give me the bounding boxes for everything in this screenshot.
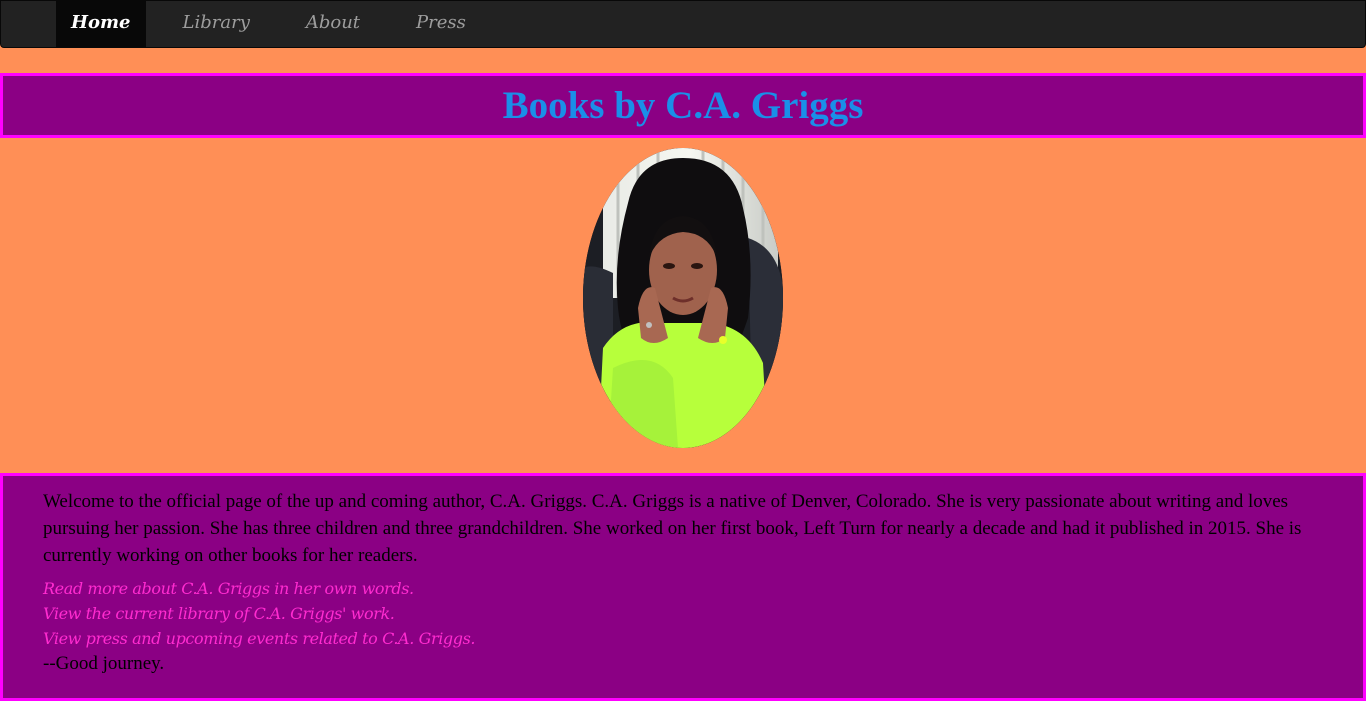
nav-item-press[interactable]: Press: [401, 1, 481, 47]
nav-item-home[interactable]: Home: [56, 1, 146, 47]
nav-menu: Home Library About Press: [56, 1, 481, 47]
nav-item-library[interactable]: Library: [168, 1, 265, 47]
page-title: Books by C.A. Griggs: [502, 84, 864, 127]
author-portrait: [583, 148, 783, 448]
about-link[interactable]: Read more about C.A. Griggs in her own w…: [43, 576, 1323, 601]
library-link[interactable]: View the current library of C.A. Griggs'…: [43, 601, 1323, 626]
author-photo: [583, 148, 783, 448]
top-navbar: Home Library About Press: [0, 0, 1366, 48]
intro-paragraph: Welcome to the official page of the up a…: [43, 491, 1302, 566]
signoff-text: --Good journey.: [43, 653, 165, 674]
press-link[interactable]: View press and upcoming events related t…: [43, 626, 1323, 651]
welcome-section: Welcome to the official page of the up a…: [0, 473, 1366, 701]
title-banner: Books by C.A. Griggs: [0, 73, 1366, 138]
nav-item-about[interactable]: About: [291, 1, 375, 47]
